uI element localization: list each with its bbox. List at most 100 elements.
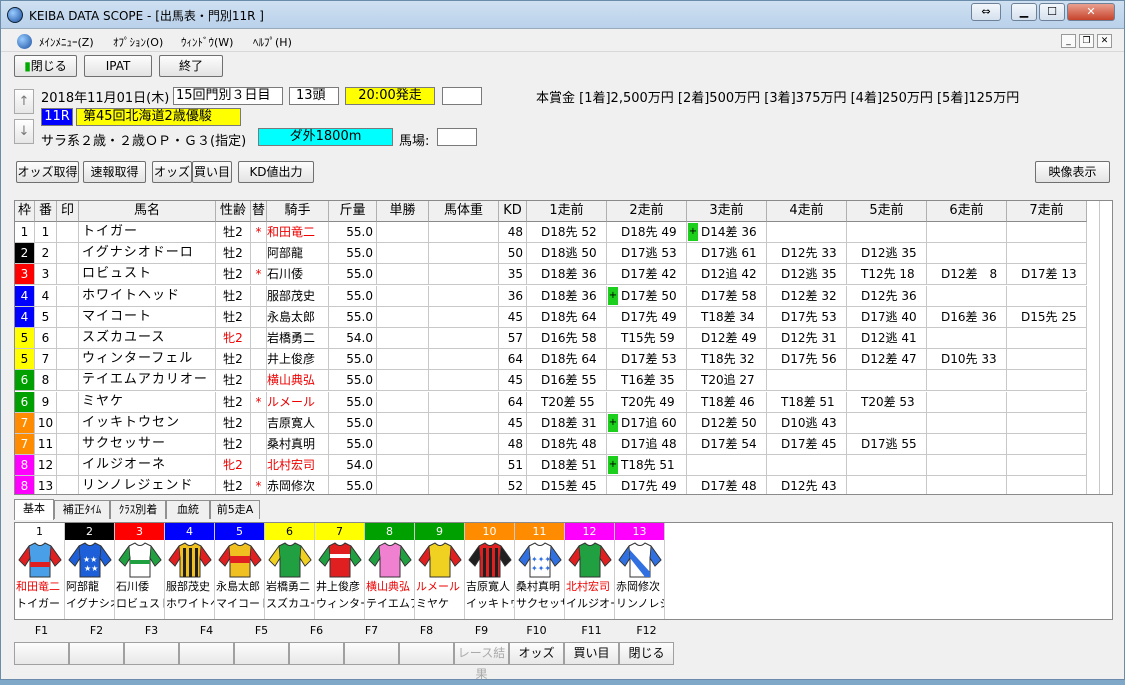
jockey-column[interactable]: 13 赤岡修次リンノレジ [615, 523, 665, 619]
column-header-sex-age[interactable]: 性齢 [216, 201, 251, 222]
fkey-button-6[interactable] [289, 642, 344, 665]
horse-name: ウィンターフェル [79, 349, 216, 371]
column-header-win-odds[interactable]: 単勝 [377, 201, 429, 222]
jockey-column[interactable]: 2 ★★★★ 阿部龍イグナシオ [65, 523, 115, 619]
jockey-column[interactable]: 4 服部茂史ホワイトヘ [165, 523, 215, 619]
tab-0[interactable]: 基本 [14, 499, 54, 520]
fkey-button-11[interactable]: 買い目 [564, 642, 619, 665]
table-row[interactable]: 8 12 イルジオーネ 牝2 北村宏司 54.0 51 D18差 51 T18先 51 + [15, 455, 1087, 477]
jockey-column[interactable]: 6 岩橋勇二スズカユー [265, 523, 315, 619]
jockey-name: 和田竜二 [16, 580, 60, 593]
table-row[interactable]: 6 9 ミヤケ 牡2 * ルメール 55.0 64 T20差 55 T20先 49 T18差 46 T… [15, 391, 1087, 413]
close-window-button[interactable]: ✕ [1067, 3, 1115, 21]
table-row[interactable]: 5 6 スズカユース 牝2 岩橋勇二 54.0 57 D16先 58 T15先 59 D12差 4… [15, 328, 1087, 349]
next-race-arrow-icon[interactable]: ↓ [14, 119, 34, 144]
jockey-column[interactable]: 7 井上俊彦ウィンター [315, 523, 365, 619]
fkey-button-10[interactable]: オッズ [509, 642, 564, 665]
menu-main[interactable]: ﾒｲﾝﾒﾆｭｰ(Z) [39, 34, 94, 50]
column-header-waku[interactable]: 枠 [15, 201, 35, 222]
column-header-jockey[interactable]: 騎手 [267, 201, 329, 222]
column-header-run5[interactable]: 5走前 [847, 201, 927, 222]
jockey-column[interactable]: 1 和田竜二 トイガー [15, 523, 65, 619]
column-header-ban[interactable]: 番 [35, 201, 57, 222]
fkey-button-7[interactable] [344, 642, 399, 665]
column-header-kd[interactable]: KD [499, 201, 527, 222]
fkey-button-1[interactable] [14, 642, 69, 665]
table-row[interactable]: 8 13 リンノレジェンド 牡2 * 赤岡修次 55.0 52 D15差 45 D17先 49 D1… [15, 476, 1087, 494]
jockey-column[interactable]: 10 吉原寛人イッキトウ [465, 523, 515, 619]
kd-value: 57 [499, 328, 527, 349]
jockey-column[interactable]: 9 ルメール ミヤケ [415, 523, 465, 619]
fkey-label: F7 [364, 624, 379, 637]
column-header-weight[interactable]: 斤量 [329, 201, 377, 222]
table-row[interactable]: 1 1 トイガー 牡2 * 和田竜二 55.0 48 D18先 52 D18先 49 D14差 36… [15, 222, 1087, 243]
jockey-name: ルメール [416, 580, 460, 593]
past-run-6 [927, 455, 1007, 477]
table-row[interactable]: 3 3 ロビュスト 牡2 * 石川倭 55.0 35 D18差 36 D17差 42 D12追 42… [15, 264, 1087, 286]
prev-race-arrow-icon[interactable]: ↑ [14, 89, 34, 114]
tab-4[interactable]: 前5走A [210, 500, 260, 519]
column-header-change[interactable]: 替 [251, 201, 267, 222]
silk-holder [215, 540, 265, 578]
column-header-run2[interactable]: 2走前 [607, 201, 687, 222]
table-row[interactable]: 4 5 マイコート 牡2 永島太郎 55.0 45 D18先 64 D17先 49 T18差 34… [15, 306, 1087, 328]
fkey-button-4[interactable] [179, 642, 234, 665]
plus-marker-icon: + [688, 223, 698, 241]
ipat-button[interactable]: IPAT [84, 55, 152, 77]
column-header-mark[interactable]: 印 [57, 201, 79, 222]
tab-3[interactable]: 血統 [166, 500, 210, 519]
fkey-button-9[interactable]: レース結果 [454, 642, 509, 681]
past-run-2: D17追 60 [607, 412, 687, 434]
odds-fetch-button[interactable]: オッズ取得 [16, 161, 79, 183]
past-run-7 [1007, 243, 1087, 265]
fkey-button-8[interactable] [399, 642, 454, 665]
jockey-column[interactable]: 5 永島太郎マイコート [215, 523, 265, 619]
column-header-run1[interactable]: 1走前 [527, 201, 607, 222]
table-row[interactable]: 6 8 テイエムアカリオー 牡2 横山典弘 55.0 45 D16差 55 T16差 35 T20… [15, 370, 1087, 392]
jockey-column[interactable]: 12 北村宏司イルジオー [565, 523, 615, 619]
kd-export-button[interactable]: KD値出力 [238, 161, 314, 183]
table-row[interactable]: 7 10 イッキトウセン 牡2 吉原寛人 55.0 45 D18差 31 D17追 60 D12差… [15, 412, 1087, 434]
column-header-horse-name[interactable]: 馬名 [79, 201, 216, 222]
menu-option[interactable]: ｵﾌﾟｼｮﾝ(O) [113, 34, 163, 50]
silk-number: 7 [315, 523, 364, 540]
mdi-close-icon[interactable]: ✕ [1097, 34, 1112, 48]
column-header-run3[interactable]: 3走前 [687, 201, 767, 222]
fkey-button-2[interactable] [69, 642, 124, 665]
close-race-button[interactable]: ▮閉じる [14, 55, 77, 77]
mdi-restore-icon[interactable]: ❐ [1079, 34, 1094, 48]
mdi-minimize-icon[interactable]: _ [1061, 34, 1076, 48]
table-row[interactable]: 2 2 イグナシオドーロ 牡2 阿部龍 55.0 50 D18逃 50 D17逃 53 D17逃 … [15, 243, 1087, 265]
table-row[interactable]: 7 11 サクセッサー 牡2 桑村真明 55.0 48 D18先 48 D17追 48 D17差 … [15, 434, 1087, 455]
end-button[interactable]: 終了 [159, 55, 223, 77]
jockey-name: 北村宏司 [267, 455, 329, 477]
minimize-button[interactable]: ▁ [1011, 3, 1037, 21]
table-row[interactable]: 5 7 ウィンターフェル 牡2 井上俊彦 55.0 64 D18先 64 D17差 53 T18先… [15, 349, 1087, 371]
column-header-run4[interactable]: 4走前 [767, 201, 847, 222]
jockey-column[interactable]: 3 石川倭ロビュスト [115, 523, 165, 619]
fkey-button-3[interactable] [124, 642, 179, 665]
sokuho-fetch-button[interactable]: 速報取得 [83, 161, 146, 183]
maximize-button[interactable]: ☐ [1039, 3, 1065, 21]
odds-button[interactable]: オッズ [152, 161, 192, 183]
tab-1[interactable]: 補正ﾀｲﾑ [54, 500, 110, 519]
fkey-button-12[interactable]: 閉じる [619, 642, 674, 665]
menu-window[interactable]: ｳｨﾝﾄﾞｳ(W) [181, 34, 233, 50]
table-row[interactable]: 4 4 ホワイトヘッド 牡2 服部茂史 55.0 36 D18差 36 D17差 50 D17差 … [15, 285, 1087, 307]
jockey-column[interactable]: 11 ✦✦✦✦✦✦ 桑村真明サクセッサ [515, 523, 565, 619]
past-run-7 [1007, 370, 1087, 392]
video-button[interactable]: 映像表示 [1035, 161, 1110, 183]
past-run-5 [847, 222, 927, 243]
column-header-run7[interactable]: 7走前 [1007, 201, 1087, 222]
menu-help[interactable]: ﾍﾙﾌﾟ(H) [253, 34, 292, 50]
column-header-run6[interactable]: 6走前 [927, 201, 1007, 222]
menu-app-icon[interactable] [17, 34, 32, 49]
close-race-label: 閉じる [30, 59, 67, 73]
jockey-column[interactable]: 8 横山典弘テイエムア [365, 523, 415, 619]
tab-2[interactable]: ｸﾗｽ別着 [110, 500, 166, 519]
body-weight [429, 391, 499, 413]
restore-window-icon[interactable]: ⇔ [971, 3, 1001, 21]
fkey-button-5[interactable] [234, 642, 289, 665]
column-header-body-weight[interactable]: 馬体重 [429, 201, 499, 222]
kaime-button[interactable]: 買い目 [192, 161, 232, 183]
